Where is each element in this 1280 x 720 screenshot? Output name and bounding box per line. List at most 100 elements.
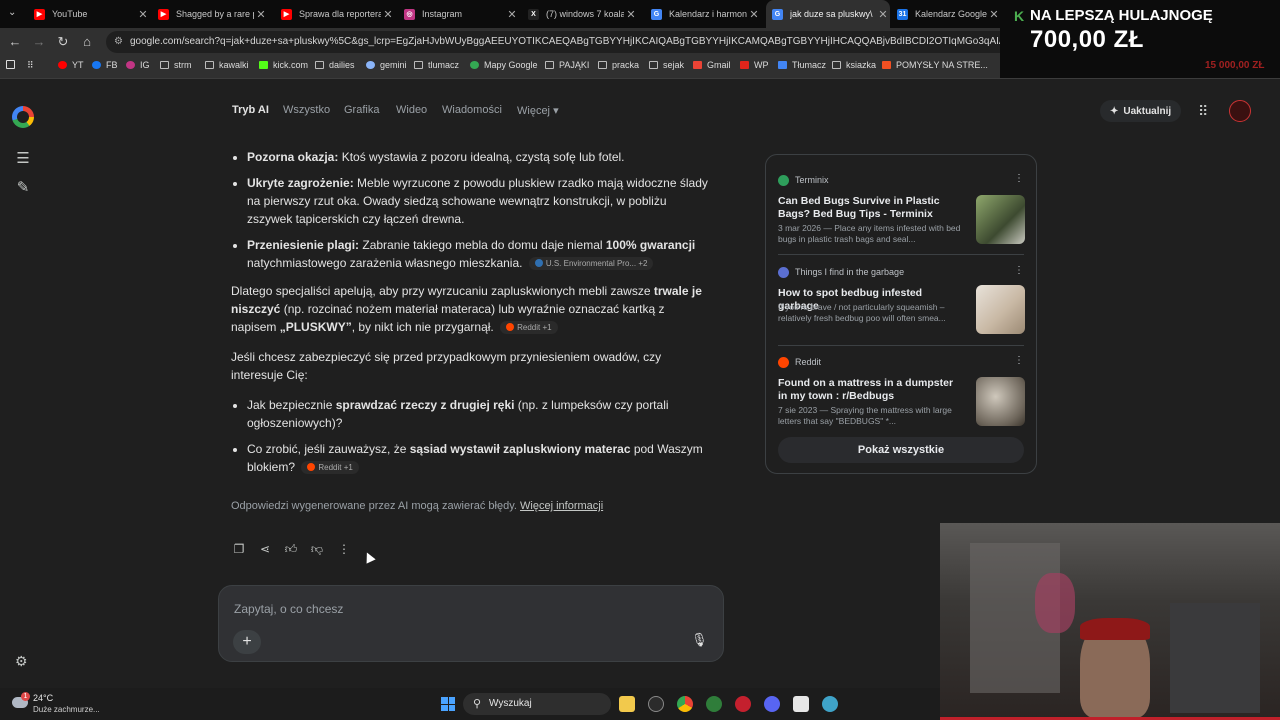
tab-title: Kalendarz i harmonogr: [669, 9, 747, 19]
x-icon: X: [528, 8, 539, 20]
weather-description[interactable]: Duże zachmurze...: [33, 705, 100, 714]
add-attachment-button[interactable]: +: [233, 630, 261, 654]
file-explorer-icon[interactable]: [619, 696, 635, 712]
app-icon[interactable]: [822, 696, 838, 712]
more-vert-icon[interactable]: ⋮: [1014, 265, 1024, 276]
tab-news[interactable]: Wiadomości: [442, 104, 502, 116]
webcam-object: [1035, 573, 1075, 633]
tab-more[interactable]: Więcej ▾: [517, 104, 559, 117]
taskbar-search[interactable]: ⚲ Wyszukaj: [463, 693, 611, 715]
app-icon[interactable]: [793, 696, 809, 712]
windows-start-icon[interactable]: [441, 697, 455, 711]
bookmark-kick[interactable]: kick.com: [259, 60, 308, 70]
bookmark-tlumacz-google[interactable]: Tłumacz: [778, 60, 826, 70]
bookmark-ksiazka[interactable]: ksiazka: [832, 60, 876, 70]
close-icon[interactable]: ✕: [624, 8, 638, 21]
source-chip[interactable]: Reddit +1: [500, 321, 558, 334]
bookmark-fb[interactable]: FB: [92, 60, 118, 70]
copy-icon[interactable]: ❐: [231, 541, 247, 557]
close-icon[interactable]: ✕: [876, 8, 890, 21]
discord-icon[interactable]: [764, 696, 780, 712]
upgrade-button[interactable]: ✦ Uaktualnij: [1100, 100, 1182, 122]
back-arrow-icon[interactable]: ←: [7, 34, 23, 50]
thumbs-up-icon[interactable]: 👍︎: [283, 541, 299, 557]
tab-ai-mode[interactable]: Tryb AI: [232, 104, 269, 116]
avatar[interactable]: [1229, 100, 1251, 122]
bookmark-yt[interactable]: YT: [58, 60, 84, 70]
bookmark-pomysly[interactable]: POMYSŁY NA STRE...: [882, 60, 988, 70]
address-bar[interactable]: ⚙ google.com/search?q=jak+duze+sa+pluskw…: [106, 31, 1026, 53]
tab-google-calendar[interactable]: 31 Kalendarz Google - sp ✕: [893, 0, 1001, 28]
tab-search-chevron-icon[interactable]: ⌄: [8, 7, 16, 18]
bookmark-sejak[interactable]: sejak: [649, 60, 684, 70]
bookmark-tlumacz[interactable]: tlumacz: [414, 60, 459, 70]
tab-x[interactable]: X (7) windows 7 koala w ✕: [524, 0, 638, 28]
bookmark-gemini[interactable]: gemini: [366, 60, 407, 70]
app-icon[interactable]: [648, 696, 664, 712]
divider: [778, 254, 1024, 255]
apps-grid-icon[interactable]: [6, 60, 20, 69]
apps-grid-icon[interactable]: ⠿: [27, 60, 34, 71]
settings-gear-icon[interactable]: ⚙: [15, 653, 28, 670]
thumbs-down-icon[interactable]: 👎︎: [309, 541, 325, 557]
tab-google[interactable]: G Kalendarz i harmonogr ✕: [647, 0, 761, 28]
more-vert-icon[interactable]: ⋮: [1014, 355, 1024, 366]
menu-icon[interactable]: ☰: [14, 150, 32, 168]
close-icon[interactable]: ✕: [254, 8, 268, 21]
google-logo-icon[interactable]: [12, 106, 34, 128]
source-snippet: If you're brave / not particularly squea…: [778, 302, 946, 323]
bookmark-wp[interactable]: WP: [740, 60, 769, 70]
source-card[interactable]: Reddit ⋮ Found on a mattress in a dumpst…: [778, 355, 1028, 435]
reload-icon[interactable]: ↻: [55, 34, 71, 50]
share-icon[interactable]: ⋖: [257, 541, 273, 557]
close-icon[interactable]: ✕: [747, 8, 761, 21]
new-chat-icon[interactable]: ✎: [14, 179, 32, 197]
translate-icon: [778, 61, 787, 69]
windows-taskbar: 1 24°C Duże zachmurze... ⚲ Wyszukaj: [0, 688, 940, 720]
source-chip[interactable]: U.S. Environmental Pro... +2: [528, 257, 654, 270]
tab-images[interactable]: Grafika: [344, 104, 379, 116]
source-chip[interactable]: Reddit +1: [301, 461, 359, 474]
bookmark-strm[interactable]: strm: [160, 60, 192, 70]
home-icon[interactable]: ⌂: [79, 34, 95, 50]
close-icon[interactable]: ✕: [505, 8, 519, 21]
bookmark-gmail[interactable]: Gmail: [693, 60, 731, 70]
opera-icon[interactable]: [735, 696, 751, 712]
ask-input[interactable]: [232, 598, 676, 620]
browser-icon[interactable]: [706, 696, 722, 712]
more-vert-icon[interactable]: ⋮: [1014, 173, 1024, 184]
bookmark-pracka[interactable]: pracka: [598, 60, 639, 70]
tab-videos[interactable]: Wideo: [396, 104, 427, 116]
stream-promo-overlay: K NA LEPSZĄ HULAJNOGĘ 700,00 ZŁ 15 000,0…: [1000, 0, 1280, 78]
apps-grid-icon[interactable]: ⠿: [1198, 103, 1208, 120]
forward-arrow-icon[interactable]: →: [31, 34, 47, 50]
tab-video[interactable]: ▶ Sprawa dla reportera ✕: [277, 0, 395, 28]
url-text[interactable]: google.com/search?q=jak+duze+sa+pluskwy%…: [130, 36, 1020, 47]
source-card[interactable]: Things I find in the garbage ⋮ How to sp…: [778, 265, 1028, 345]
microphone-icon[interactable]: 🎙︎: [691, 632, 708, 650]
chrome-icon[interactable]: [677, 696, 693, 712]
source-title[interactable]: Can Bed Bugs Survive in Plastic Bags? Be…: [778, 195, 963, 221]
close-icon[interactable]: ✕: [987, 8, 1001, 21]
bookmark-kawalki[interactable]: kawalki: [205, 60, 249, 70]
more-vert-icon[interactable]: ⋮: [336, 541, 352, 557]
site-info-icon[interactable]: ⚙: [114, 36, 123, 47]
weather-temperature[interactable]: 24°C: [33, 693, 53, 703]
bookmark-dailies[interactable]: dailies: [315, 60, 355, 70]
bookmark-pajaki[interactable]: PAJĄKI: [545, 60, 589, 70]
more-info-link[interactable]: Więcej informacji: [520, 500, 603, 512]
bookmark-mapy[interactable]: Mapy Google: [470, 60, 538, 70]
show-all-button[interactable]: Pokaż wszystkie: [778, 437, 1024, 463]
tab-all[interactable]: Wszystko: [283, 104, 330, 116]
close-icon[interactable]: ✕: [381, 8, 395, 21]
tab-instagram[interactable]: ◎ Instagram ✕: [400, 0, 519, 28]
close-icon[interactable]: ✕: [136, 8, 150, 21]
source-card[interactable]: Terminix ⋮ Can Bed Bugs Survive in Plast…: [778, 173, 1028, 263]
tab-active-search[interactable]: G jak duze sa pluskwy\ ✕: [766, 0, 890, 28]
tab-video[interactable]: ▶ Shagged by a rare pa ✕: [154, 0, 268, 28]
tab-youtube[interactable]: ▶ YouTube ✕: [30, 0, 150, 28]
source-title[interactable]: Found on a mattress in a dumpster in my …: [778, 377, 963, 403]
tab-title: jak duze sa pluskwy\: [790, 9, 873, 19]
calendar-icon: 31: [897, 8, 908, 20]
bookmark-ig[interactable]: IG: [126, 60, 150, 70]
